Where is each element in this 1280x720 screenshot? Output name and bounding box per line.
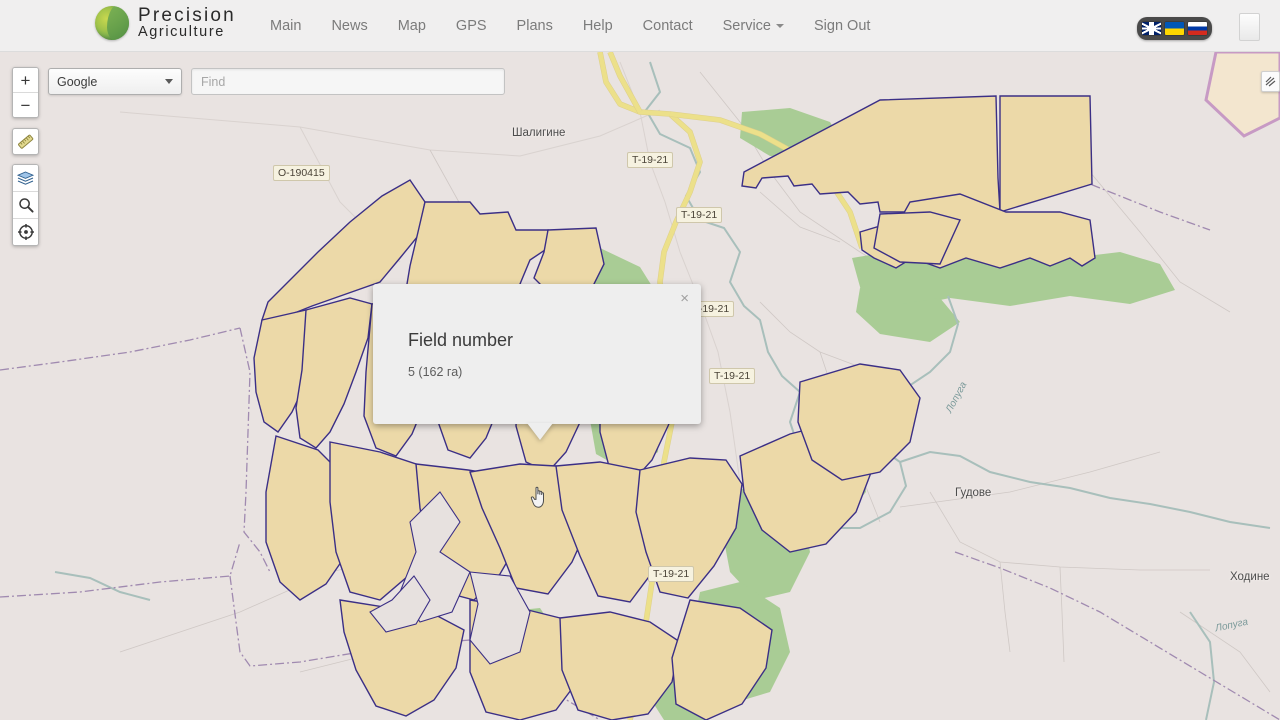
road-shield-label: T-19-21: [676, 207, 723, 223]
nav-news-label: News: [331, 18, 368, 34]
brand-line-1: Precision: [138, 5, 236, 26]
road-shield-label: T-19-21: [709, 368, 756, 384]
nav-contact-label: Contact: [642, 18, 693, 34]
edge-marker-glyph: [1265, 76, 1276, 87]
magnifier-glyph: [18, 198, 34, 213]
popup-tail: [527, 423, 553, 440]
zoom-in-button[interactable]: +: [13, 68, 38, 93]
flag-ukraine-icon[interactable]: [1165, 22, 1184, 35]
chevron-down-icon: [776, 24, 784, 28]
road-shield-label: O-190415: [273, 165, 330, 181]
layers-glyph: [17, 171, 34, 185]
popup-value: 5 (162 га): [408, 365, 463, 379]
field-info-popup: × Field number 5 (162 га): [373, 284, 701, 424]
brand-line-2: Agriculture: [138, 24, 225, 41]
nav-service[interactable]: Service: [708, 0, 799, 52]
close-icon[interactable]: ×: [677, 288, 692, 309]
map-tool-stack: [12, 164, 39, 246]
map-search-bar: Google: [48, 68, 505, 95]
map-edge-marker-icon[interactable]: [1261, 71, 1280, 92]
flag-uk-icon[interactable]: [1142, 22, 1161, 35]
zoom-controls: + −: [12, 67, 39, 118]
nav-gps-label: GPS: [455, 18, 487, 34]
main-navigation: Main News Map GPS Plans Help Contact Ser…: [255, 0, 885, 52]
crosshair-glyph: [17, 224, 34, 240]
language-switcher: [1137, 17, 1212, 40]
nav-plans[interactable]: Plans: [502, 0, 568, 52]
nav-help[interactable]: Help: [568, 0, 628, 52]
chevron-down-icon: [165, 79, 173, 84]
map-canvas[interactable]: .fld{fill:#ecd9a8;stroke:#3b2f86;stroke-…: [0, 52, 1280, 720]
ruler-glyph: [18, 134, 34, 149]
ruler-measure-icon[interactable]: [12, 128, 39, 155]
search-provider-select[interactable]: Google: [48, 68, 182, 95]
brand-logo[interactable]: Precision Agriculture: [95, 6, 236, 41]
leaf-circle-logo-icon: [95, 6, 129, 41]
nav-main-label: Main: [270, 18, 302, 34]
popup-title: Field number: [408, 330, 514, 350]
site-header: Precision Agriculture Main News Map GPS …: [0, 0, 1280, 52]
nav-map[interactable]: Map: [383, 0, 441, 52]
nav-service-label: Service: [722, 18, 771, 34]
nav-sign-out-label: Sign Out: [814, 18, 871, 34]
nav-sign-out[interactable]: Sign Out: [799, 0, 885, 52]
nav-help-label: Help: [582, 18, 613, 34]
nav-contact[interactable]: Contact: [628, 0, 708, 52]
search-provider-value: Google: [57, 74, 98, 89]
search-icon[interactable]: [13, 191, 38, 218]
nav-gps[interactable]: GPS: [441, 0, 502, 52]
nav-plans-label: Plans: [516, 18, 553, 34]
road-shield-label: T-19-21: [627, 152, 674, 168]
nav-map-label: Map: [397, 18, 426, 34]
nav-main[interactable]: Main: [255, 0, 316, 52]
road-shield-label: T-19-21: [648, 566, 695, 582]
map-place-label: Ходине: [1230, 571, 1270, 583]
locate-crosshair-icon[interactable]: [13, 218, 38, 245]
brand-text: Precision Agriculture: [138, 6, 236, 40]
zoom-out-button[interactable]: −: [13, 93, 38, 117]
layers-icon[interactable]: [13, 165, 38, 191]
header-panel-toggle-button[interactable]: [1239, 13, 1260, 41]
map-place-label: Шалигине: [512, 127, 566, 139]
search-input[interactable]: [191, 68, 505, 95]
nav-news[interactable]: News: [316, 0, 382, 52]
flag-russia-icon[interactable]: [1188, 22, 1207, 35]
map-place-label: Гудове: [955, 487, 992, 499]
